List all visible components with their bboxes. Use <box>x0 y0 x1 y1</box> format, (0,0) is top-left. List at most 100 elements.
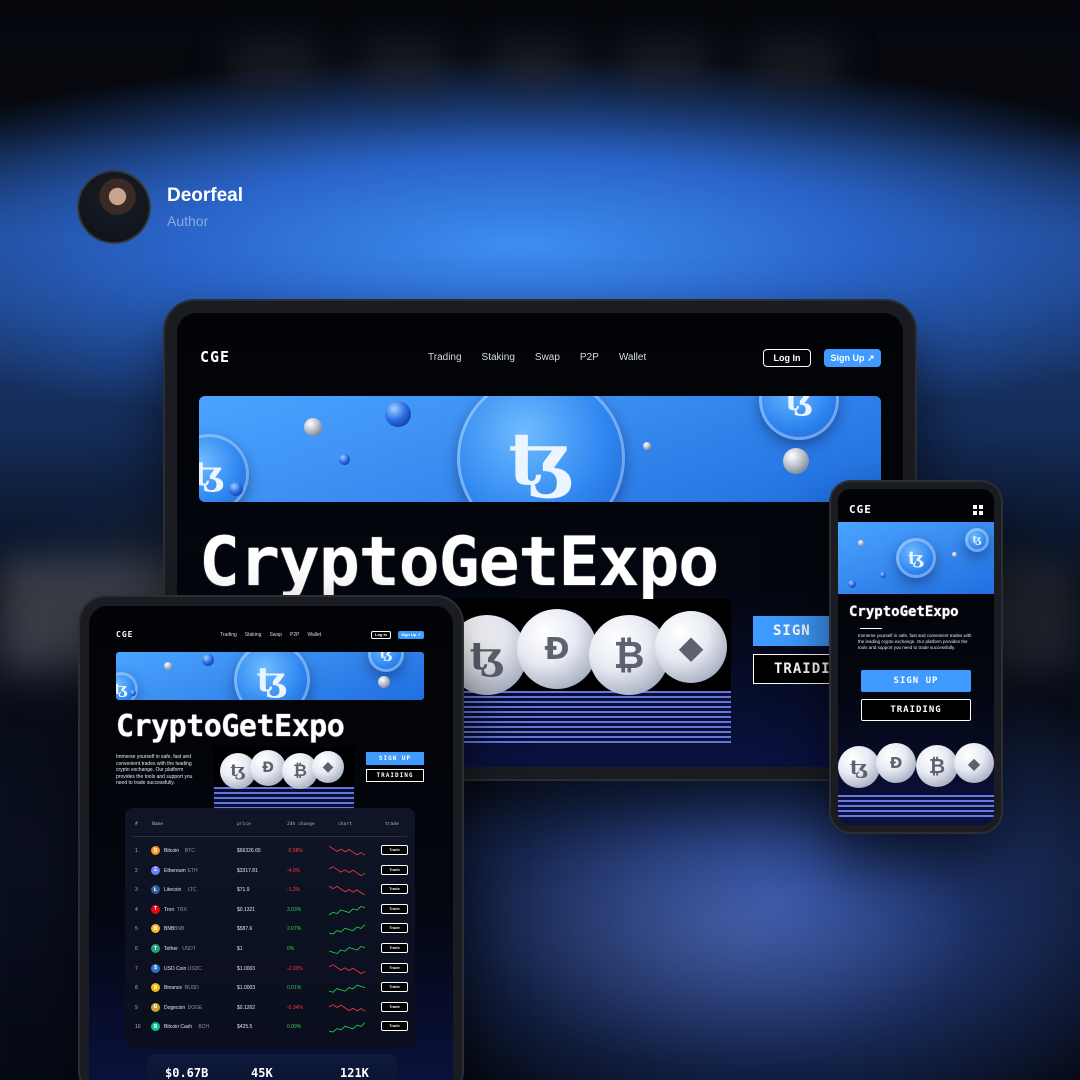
coin-name[interactable]: USD Coin <box>164 966 186 972</box>
coin-icon: Ð <box>151 1002 160 1012</box>
crypto-coins-art: ꜩ Ð ₿ ◆ <box>838 741 994 817</box>
nav-p2p[interactable]: P2P <box>290 632 299 638</box>
trade-button[interactable]: Trade <box>381 903 408 914</box>
col-change: 24h change <box>287 822 315 827</box>
table-row: 8 B Binance BUSD $1.0003 0.01% Trade <box>125 981 415 995</box>
nav-wallet[interactable]: Wallet <box>307 632 321 638</box>
coin-name[interactable]: Litecoin <box>164 887 181 893</box>
nav-p2p[interactable]: P2P <box>580 352 599 363</box>
table-row: 2 Ξ Ethereum ETH $3317.81 -4.0% Trade <box>125 864 415 878</box>
signup-button[interactable]: Sign Up ↗ <box>824 349 881 367</box>
table-row: 9 Ð Dogecoin DOGE $0.1262 -0.34% Trade <box>125 1001 415 1015</box>
nav-swap[interactable]: Swap <box>269 632 282 638</box>
decor-sphere <box>304 418 322 436</box>
nav-staking[interactable]: Staking <box>245 632 262 638</box>
coin-price: $71.9 <box>237 887 250 894</box>
decor-sphere <box>385 401 411 427</box>
signup-button[interactable]: Sign Up ↗ <box>398 631 424 639</box>
coin-symbol: TRX <box>176 906 187 913</box>
decor-sphere <box>848 580 856 588</box>
row-number: 2 <box>135 867 138 874</box>
coin-symbol: BNB <box>174 926 185 933</box>
coin-name[interactable]: Tron <box>164 907 174 913</box>
coin-change: 3.03% <box>287 906 302 913</box>
coin-name[interactable]: Binance <box>164 985 182 991</box>
site-logo[interactable]: CGE <box>116 630 133 639</box>
nav-staking[interactable]: Staking <box>482 352 515 363</box>
hero-description: Immerse yourself in safe, fast and conve… <box>858 633 972 650</box>
sparkline-chart <box>329 865 365 876</box>
nav-wallet[interactable]: Wallet <box>619 352 646 363</box>
table-row: 3 Ł Litecoin LTC $71.9 -1.2% Trade <box>125 883 415 897</box>
trade-button[interactable]: Trade <box>381 962 408 973</box>
trade-button[interactable]: Trade <box>381 884 408 895</box>
decor-sphere <box>952 552 957 557</box>
stat-trades: 121K <box>340 1066 369 1080</box>
cta-trading-button[interactable]: TRAIDING <box>366 769 424 782</box>
row-number: 7 <box>135 965 138 972</box>
doge-icon: Ð <box>250 750 286 786</box>
table-row: 6 T Tether USDT $1 0% Trade <box>125 942 415 956</box>
coin-name[interactable]: BNB <box>164 926 174 932</box>
coin-name[interactable]: Dogecoin <box>164 1005 185 1011</box>
site-logo[interactable]: CGE <box>849 503 872 516</box>
cta-signup-button[interactable]: SIGN UP <box>861 670 971 692</box>
showcase-stage: Deorfeal Author CGE Trading Staking Swap… <box>0 0 1080 1080</box>
coin-name[interactable]: Bitcoin <box>164 848 179 854</box>
tezos-icon: ꜩ <box>759 396 839 440</box>
row-number: 3 <box>135 887 138 894</box>
phone-mockup: CGE ꜩ ꜩ CryptoGetExpo Immerse yourself i… <box>831 482 1001 832</box>
coin-icon: Ł <box>151 885 160 895</box>
decor-sphere <box>643 442 651 450</box>
trade-button[interactable]: Trade <box>381 845 408 855</box>
sparkline-chart <box>329 885 365 896</box>
tezos-icon: ꜩ <box>838 746 880 788</box>
trade-button[interactable]: Trade <box>381 1021 408 1032</box>
cta-trading-button[interactable]: TRAIDING <box>861 699 971 721</box>
hero-banner: ꜩ ꜩ ꜩ <box>199 396 881 502</box>
nav-swap[interactable]: Swap <box>535 352 560 363</box>
ethereum-icon: ◆ <box>312 751 344 783</box>
coin-name[interactable]: Tether <box>164 946 178 952</box>
trade-button[interactable]: Trade <box>381 864 408 875</box>
login-button[interactable]: Log In <box>371 631 391 639</box>
col-num: # <box>135 822 138 827</box>
trade-button[interactable]: Trade <box>381 923 408 934</box>
trade-button[interactable]: Trade <box>381 943 408 953</box>
tezos-icon: ꜩ <box>368 652 404 672</box>
author-avatar <box>77 170 151 244</box>
row-number: 4 <box>135 906 138 913</box>
nav-trading[interactable]: Trading <box>220 632 237 638</box>
cta-signup-button[interactable]: SIGN UP <box>366 752 424 765</box>
coin-symbol: BCH <box>198 1024 209 1031</box>
crypto-coins-art: ꜩ Ð ₿ ◆ <box>441 599 731 745</box>
sparkline-chart <box>329 963 365 974</box>
coin-name[interactable]: Ethereum <box>164 868 186 874</box>
row-number: 5 <box>135 926 138 933</box>
decor-sphere <box>202 654 214 666</box>
site-logo[interactable]: CGE <box>200 348 230 366</box>
table-row: 1 ₿ Bitcoin BTC $66326.65 -0.58% Trade <box>125 844 415 858</box>
coin-symbol: USDC <box>187 965 202 972</box>
coin-price: $0.1321 <box>237 906 256 913</box>
main-nav: Trading Staking Swap P2P Wallet <box>220 632 321 638</box>
coin-name[interactable]: Bitcoin Cash <box>164 1024 192 1030</box>
sparkline-chart <box>329 945 365 955</box>
hero-banner: ꜩ ꜩ ꜩ <box>116 652 424 700</box>
bitcoin-icon: ₿ <box>916 745 958 787</box>
tablet-screen: CGE Trading Staking Swap P2P Wallet Log … <box>89 606 453 1080</box>
row-number: 6 <box>135 946 138 952</box>
coin-icon: T <box>151 904 160 914</box>
decor-sphere <box>858 540 864 546</box>
login-button[interactable]: Log In <box>763 349 811 367</box>
sparkline-chart <box>329 845 365 856</box>
table-row: 10 B Bitcoin Cash BCH $425.5 0.09% Trade <box>125 1020 415 1034</box>
col-chart: chart <box>338 822 352 827</box>
coin-symbol: USDT <box>182 946 196 952</box>
decor-sphere <box>378 676 390 688</box>
tezos-icon: ꜩ <box>116 672 138 700</box>
trade-button[interactable]: Trade <box>381 982 408 993</box>
grid-menu-icon[interactable] <box>973 505 983 515</box>
trade-button[interactable]: Trade <box>381 1001 408 1012</box>
nav-trading[interactable]: Trading <box>428 352 462 363</box>
